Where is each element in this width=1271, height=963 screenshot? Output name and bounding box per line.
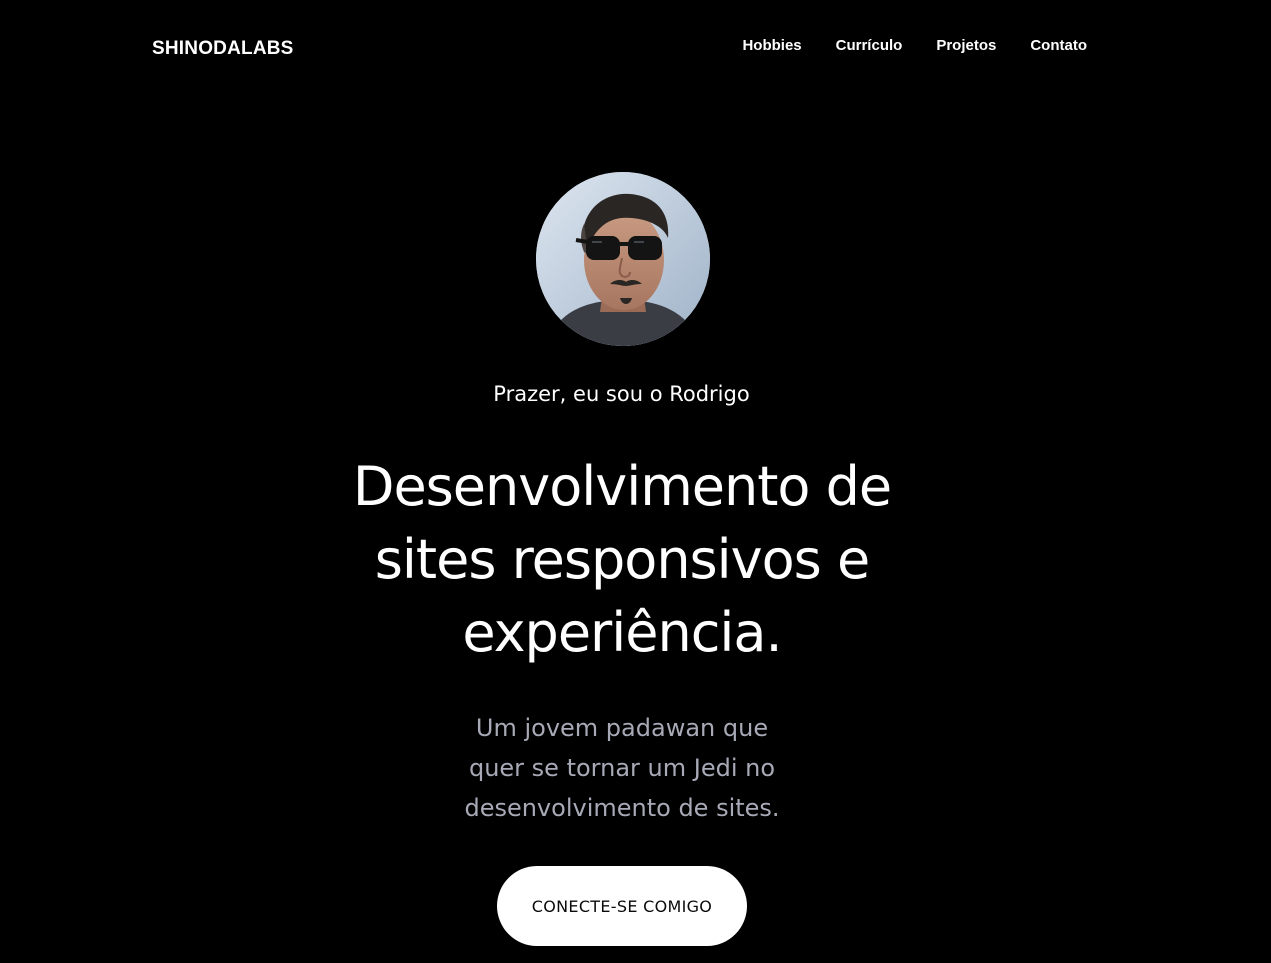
- landing-page: SHINODALABS Hobbies Currículo Projetos C…: [0, 0, 1271, 963]
- hero-tagline: Um jovem padawan que quer se tornar um J…: [464, 714, 780, 822]
- hero-headline: Desenvolvimento de sites responsivos e e…: [352, 455, 892, 664]
- nav-item-contato[interactable]: Contato: [1030, 35, 1087, 57]
- profile-avatar: [536, 172, 710, 346]
- profile-photo: [536, 172, 710, 346]
- nav-item-curriculo[interactable]: Currículo: [836, 35, 903, 57]
- greeting-text: Prazer, eu sou o Rodrigo: [493, 382, 750, 406]
- connect-button[interactable]: CONECTE-SE COMIGO: [497, 866, 747, 946]
- main-nav: Hobbies Currículo Projetos Contato: [742, 35, 1087, 57]
- nav-item-projetos[interactable]: Projetos: [936, 35, 996, 57]
- brand-logo[interactable]: SHINODALABS: [152, 36, 294, 62]
- nav-item-hobbies[interactable]: Hobbies: [742, 35, 801, 57]
